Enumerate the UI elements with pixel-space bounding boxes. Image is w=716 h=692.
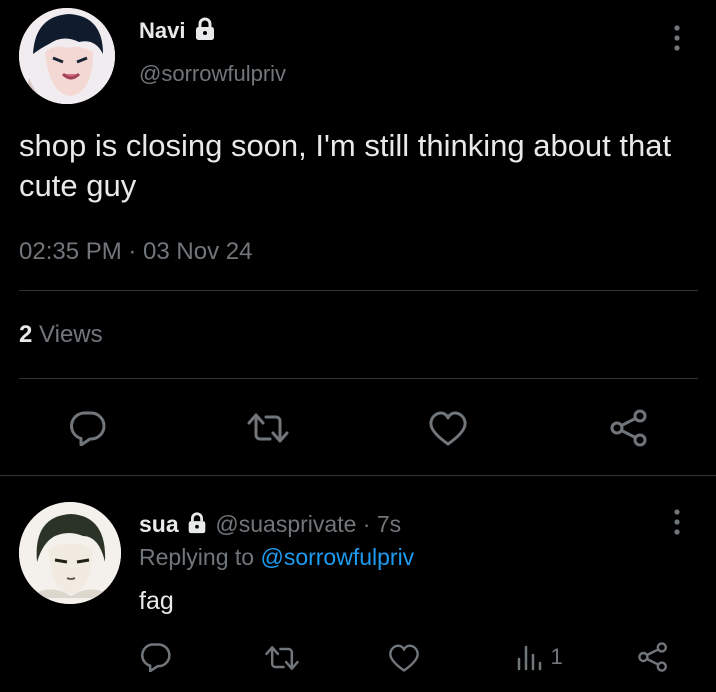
handle[interactable]: @sorrowfulpriv <box>139 61 286 87</box>
divider <box>19 290 698 291</box>
more-icon[interactable] <box>671 24 683 52</box>
views-icon <box>516 643 546 671</box>
views-stat[interactable]: 1 <box>516 643 563 671</box>
lock-icon <box>185 511 209 541</box>
avatar[interactable] <box>19 502 121 604</box>
views-count: 2 <box>19 321 33 348</box>
reply-icon[interactable] <box>140 642 172 672</box>
retweet-icon[interactable] <box>264 644 300 672</box>
avatar[interactable] <box>19 8 115 104</box>
replying-prefix: Replying to <box>139 544 255 570</box>
views-stat[interactable]: 2 Views <box>19 321 103 349</box>
reply-time[interactable]: 7s <box>377 511 401 537</box>
divider <box>0 475 716 476</box>
reply-icon[interactable] <box>69 410 107 446</box>
tweet-text: shop is closing soon, I'm still thinking… <box>19 128 672 203</box>
lock-icon <box>192 16 218 48</box>
display-name[interactable]: Navi <box>139 18 185 43</box>
views-label: Views <box>39 321 103 348</box>
replying-to-link[interactable]: @sorrowfulpriv <box>260 544 414 570</box>
timestamp[interactable]: 02:35 PM · 03 Nov 24 <box>19 238 252 266</box>
share-icon[interactable] <box>609 408 649 448</box>
like-icon[interactable] <box>428 411 468 447</box>
divider <box>19 378 698 379</box>
like-icon[interactable] <box>388 644 420 673</box>
retweet-icon[interactable] <box>246 411 290 445</box>
display-name[interactable]: sua <box>139 511 179 537</box>
reply-text: fag <box>139 587 174 615</box>
share-icon[interactable] <box>637 641 669 673</box>
handle[interactable]: @suasprivate <box>215 511 356 537</box>
separator: · <box>362 511 371 538</box>
more-icon[interactable] <box>671 508 683 536</box>
views-count: 1 <box>550 644 563 669</box>
